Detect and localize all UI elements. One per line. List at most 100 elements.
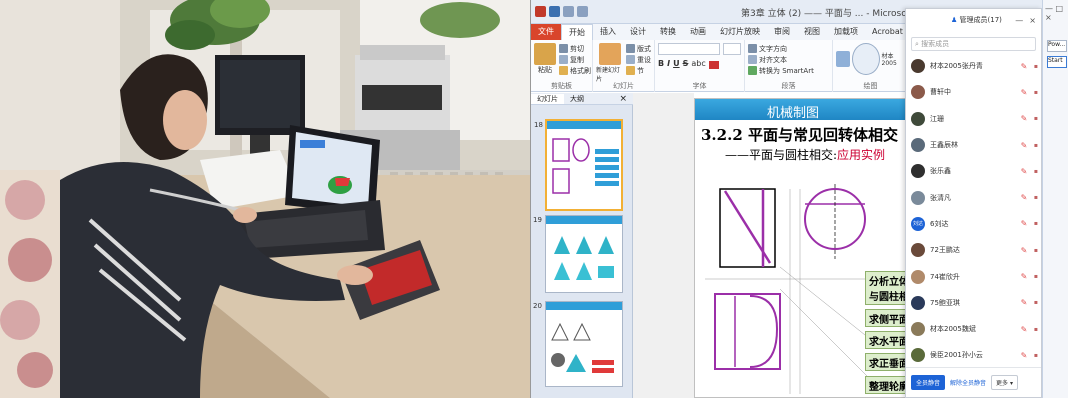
member-row[interactable]: 张乐鑫 ✎ ▪ (906, 158, 1043, 184)
cut-button[interactable]: 剪切 (559, 43, 591, 54)
camera-off-icon[interactable]: ▪ (1028, 142, 1038, 149)
camera-off-icon[interactable]: ▪ (1028, 352, 1038, 359)
tab-design[interactable]: 设计 (623, 24, 653, 40)
tab-home[interactable]: 开始 (561, 24, 593, 40)
save-icon[interactable] (549, 6, 560, 17)
camera-off-icon[interactable]: ▪ (1028, 115, 1038, 122)
reset-button[interactable]: 重设 (626, 54, 651, 65)
member-name: 75鲍亚琪 (930, 298, 960, 307)
window-controls[interactable]: — □ × (1043, 0, 1068, 26)
member-row[interactable]: 张清凡 ✎ ▪ (906, 184, 1043, 210)
align-text-icon (748, 55, 757, 64)
tab-file[interactable]: 文件 (531, 24, 561, 40)
slide-canvas[interactable]: 机械制图 3.2.2 平面与常见回转体相交 ——平面与圆柱相交:应用实例 分析立… (694, 98, 939, 398)
mic-muted-icon[interactable]: ✎ (1020, 246, 1028, 255)
tab-outline[interactable]: 大纲 (564, 94, 590, 104)
paste-button[interactable]: 粘贴 (534, 43, 556, 76)
member-row[interactable]: 75鲍亚琪 ✎ ▪ (906, 290, 1043, 316)
mic-muted-icon[interactable]: ✎ (1020, 88, 1028, 97)
camera-off-icon[interactable]: ▪ (1028, 168, 1038, 175)
member-row[interactable]: 江珊 ✎ ▪ (906, 106, 1043, 132)
new-slide-button[interactable]: 新建幻灯片 (596, 43, 623, 83)
font-family-dropdown[interactable] (658, 43, 720, 55)
member-search-input[interactable]: ⌕ 搜索成员 (911, 37, 1036, 51)
slide-banner-text: 机械制图 (767, 106, 820, 121)
minimize-button[interactable]: — (1015, 16, 1023, 25)
tab-slideshow[interactable]: 幻灯片放映 (713, 24, 767, 40)
align-text-button[interactable]: 对齐文本 (748, 54, 829, 65)
slide-heading: 3.2.2 平面与常见回转体相交 (701, 126, 898, 144)
smartart-button[interactable]: 转换为 SmartArt (748, 65, 829, 76)
tab-review[interactable]: 审阅 (767, 24, 797, 40)
member-name: 侯臣2001孙小云 (930, 351, 983, 360)
mic-muted-icon[interactable]: ✎ (1020, 298, 1028, 307)
member-row[interactable]: 王鑫辰林 ✎ ▪ (906, 132, 1043, 158)
camera-off-icon[interactable]: ▪ (1028, 247, 1038, 254)
tab-addins[interactable]: 加载项 (827, 24, 865, 40)
mute-all-button[interactable]: 全员静音 (911, 375, 946, 390)
paste-icon (534, 43, 556, 65)
tab-slides[interactable]: 幻灯片 (531, 93, 564, 104)
undo-icon[interactable] (563, 6, 574, 17)
bold-button[interactable]: B (658, 59, 664, 69)
camera-off-icon[interactable]: ▪ (1028, 220, 1038, 227)
member-name: 王鑫辰林 (930, 141, 958, 150)
unmute-all-button[interactable]: 解除全员静音 (950, 378, 986, 387)
camera-off-icon[interactable]: ▪ (1028, 194, 1038, 201)
brush-icon (559, 66, 568, 75)
section-button[interactable]: 节 (626, 65, 651, 76)
close-pane-button[interactable]: × (613, 94, 633, 104)
camera-off-icon[interactable]: ▪ (1028, 63, 1038, 70)
mic-muted-icon[interactable]: ✎ (1020, 193, 1028, 202)
member-row[interactable]: 刘达 6刘达 ✎ ▪ (906, 211, 1043, 237)
mic-muted-icon[interactable]: ✎ (1020, 325, 1028, 334)
more-button[interactable]: 更多 ▾ (991, 375, 1018, 390)
close-button[interactable]: × (1029, 16, 1036, 25)
font-color-icon[interactable] (708, 61, 719, 69)
format-painter-button[interactable]: 格式刷 (559, 65, 591, 76)
member-row[interactable]: 74崔欣升 ✎ ▪ (906, 263, 1043, 289)
avatar (911, 85, 925, 100)
text-direction-button[interactable]: 文字方向 (748, 43, 829, 54)
search-placeholder: 搜索成员 (921, 40, 950, 48)
callout-text: 求侧平面 (869, 315, 909, 326)
tab-transitions[interactable]: 转换 (653, 24, 683, 40)
mic-muted-icon[interactable]: ✎ (1020, 272, 1028, 281)
font-size-dropdown[interactable] (723, 43, 741, 55)
mic-muted-icon[interactable]: ✎ (1020, 351, 1028, 360)
text-shadow-button[interactable]: abc (691, 59, 705, 69)
mic-muted-icon[interactable]: ✎ (1020, 167, 1028, 176)
slide-thumbnail[interactable]: 19 (533, 215, 623, 293)
tab-acrobat[interactable]: Acrobat (865, 24, 910, 40)
slide-thumbnail[interactable]: 20 (533, 301, 623, 387)
copy-button[interactable]: 复制 (559, 54, 591, 65)
side-box-start[interactable]: Start (1047, 56, 1067, 68)
member-row[interactable]: 材本2005魏斌 ✎ ▪ (906, 316, 1043, 342)
member-row[interactable]: 侯臣2001孙小云 ✎ ▪ (906, 342, 1043, 368)
member-name: 74崔欣升 (930, 272, 960, 281)
underline-button[interactable]: U (673, 59, 680, 69)
italic-button[interactable]: I (667, 59, 670, 69)
member-row[interactable]: 72王鹏达 ✎ ▪ (906, 237, 1043, 263)
mic-muted-icon[interactable]: ✎ (1020, 141, 1028, 150)
camera-off-icon[interactable]: ▪ (1028, 273, 1038, 280)
member-row[interactable]: 曹轩中 ✎ ▪ (906, 79, 1043, 105)
side-box-pow[interactable]: Pow... (1047, 40, 1067, 52)
tab-insert[interactable]: 插入 (593, 24, 623, 40)
layout-button[interactable]: 版式 (626, 43, 651, 54)
slide-thumbnail[interactable]: 18 (534, 119, 623, 211)
tab-animations[interactable]: 动画 (683, 24, 713, 40)
mic-muted-icon[interactable]: ✎ (1020, 114, 1028, 123)
redo-icon[interactable] (577, 6, 588, 17)
shapes-icon[interactable] (836, 51, 850, 67)
camera-off-icon[interactable]: ▪ (1028, 326, 1038, 333)
camera-off-icon[interactable]: ▪ (1028, 299, 1038, 306)
mic-muted-icon[interactable]: ✎ (1020, 219, 1028, 228)
avatar (911, 243, 925, 258)
member-row[interactable]: 材本2005张丹青 ✎ ▪ (906, 53, 1043, 79)
mic-muted-icon[interactable]: ✎ (1020, 62, 1028, 71)
tab-view[interactable]: 视图 (797, 24, 827, 40)
quick-access-toolbar (535, 6, 588, 17)
camera-off-icon[interactable]: ▪ (1028, 89, 1038, 96)
strikethrough-button[interactable]: S (683, 59, 689, 69)
